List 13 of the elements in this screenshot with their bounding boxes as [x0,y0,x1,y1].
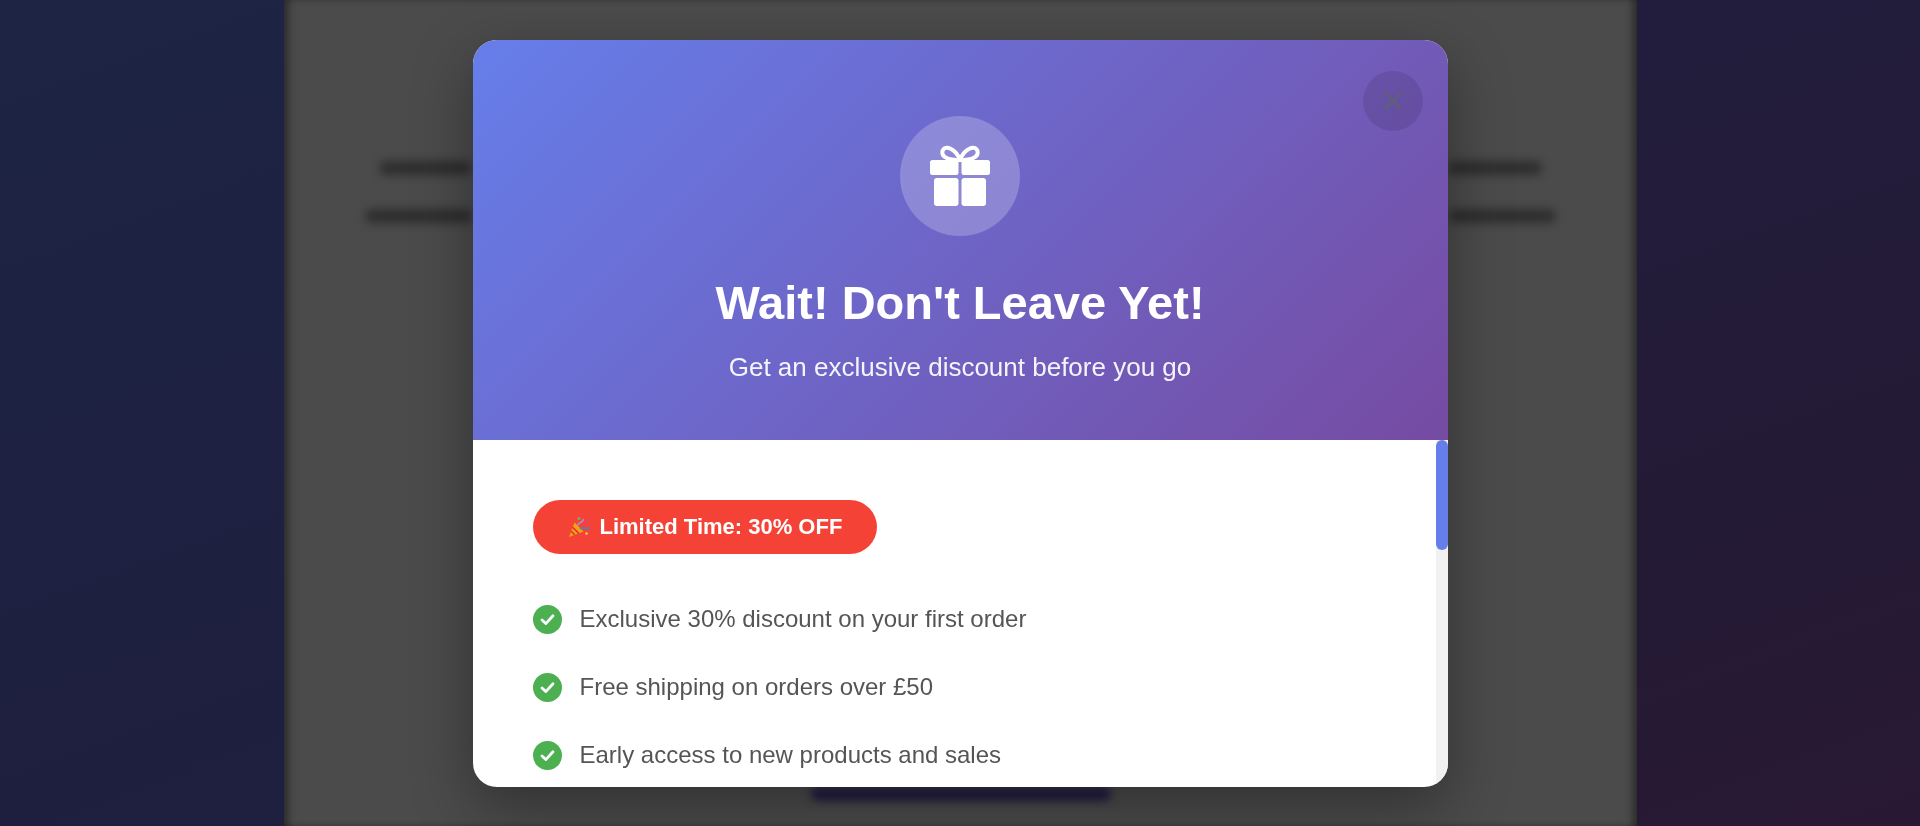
popup-title: Wait! Don't Leave Yet! [715,275,1205,331]
check-circle-icon [532,604,562,634]
offer-label: Limited Time: 30% OFF [599,514,843,540]
gift-icon [900,116,1020,236]
check-circle-icon [532,672,562,702]
popup-subtitle: Get an exclusive discount before you go [728,351,1192,384]
party-popper-icon [567,516,590,538]
close-icon [1382,91,1403,111]
scrollbar-thumb[interactable] [1435,440,1448,550]
benefit-text: Free shipping on orders over £50 [579,672,934,702]
check-circle-icon [532,740,562,770]
benefit-text: Exclusive 30% discount on your first order [579,604,1027,634]
benefit-text: Early access to new products and sales [579,740,1002,770]
